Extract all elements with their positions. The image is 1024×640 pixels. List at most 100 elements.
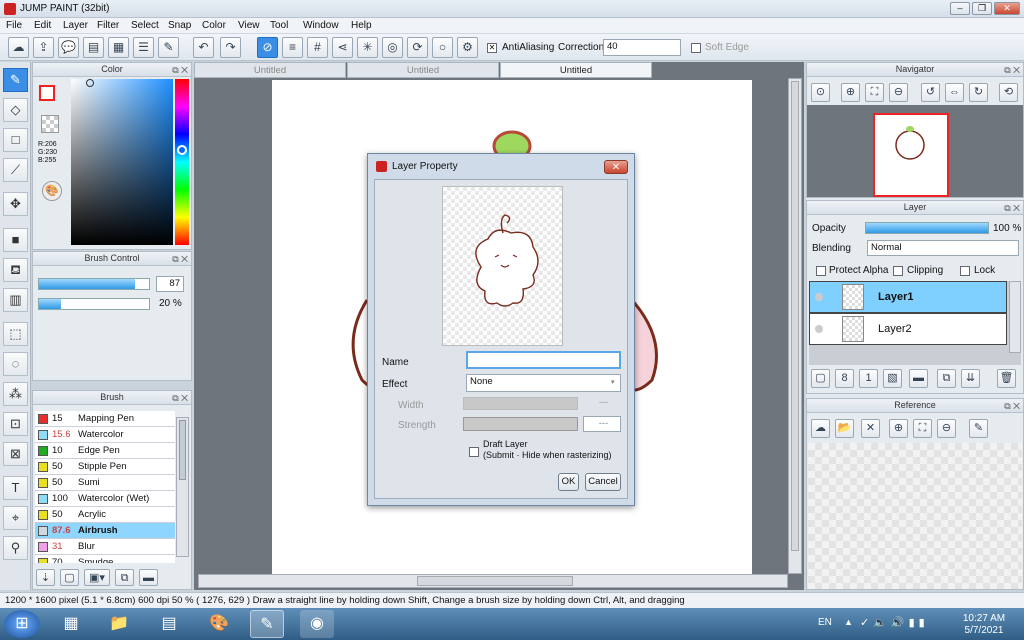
- fit-icon[interactable]: ⛶: [865, 83, 884, 102]
- brush-download-icon[interactable]: ⇣: [36, 569, 55, 586]
- reference-zoom-in-icon[interactable]: ⊕: [889, 419, 908, 438]
- snap-off-icon[interactable]: ⊘: [257, 37, 278, 58]
- new-layer-icon[interactable]: ▢: [811, 369, 830, 388]
- calculator-icon[interactable]: ▤: [152, 610, 186, 638]
- document-icon[interactable]: ▦: [108, 37, 129, 58]
- cloud-icon[interactable]: ☁: [8, 37, 29, 58]
- width-slider[interactable]: [463, 397, 578, 410]
- menu-view[interactable]: View: [238, 20, 260, 31]
- palette-icon[interactable]: 🎨: [42, 181, 62, 201]
- correction-select[interactable]: 40: [603, 39, 681, 56]
- menu-help[interactable]: Help: [351, 20, 372, 31]
- hue-slider[interactable]: [175, 79, 189, 245]
- settings-icon[interactable]: ⚙: [457, 37, 478, 58]
- chrome-icon[interactable]: ◉: [300, 610, 334, 638]
- navigator-preview[interactable]: [807, 105, 1023, 197]
- reference-fit-icon[interactable]: ⛶: [913, 419, 932, 438]
- layer-name-input[interactable]: [466, 351, 621, 369]
- taskbar-app-icon[interactable]: ▦: [54, 610, 88, 638]
- perspective-icon[interactable]: ⋖: [332, 37, 353, 58]
- brush-opacity-slider[interactable]: [38, 298, 150, 310]
- select-eraser-tool-icon[interactable]: ⊠: [3, 442, 28, 466]
- menu-select[interactable]: Select: [131, 20, 159, 31]
- effect-select[interactable]: None: [466, 374, 621, 392]
- reference-zoom-out-icon[interactable]: ⊖: [937, 419, 956, 438]
- menu-file[interactable]: File: [6, 20, 22, 31]
- tab-untitled-3[interactable]: Untitled: [500, 62, 652, 78]
- strength-slider[interactable]: [463, 417, 578, 431]
- new-1bit-layer-icon[interactable]: 1: [859, 369, 878, 388]
- comment-icon[interactable]: 💬: [58, 37, 79, 58]
- layer-opacity-slider[interactable]: [865, 222, 989, 234]
- clipping-checkbox[interactable]: [893, 266, 903, 276]
- brush-list-item[interactable]: 31 Blur: [35, 539, 175, 555]
- dialog-close-button[interactable]: ✕: [604, 160, 628, 174]
- share-icon[interactable]: ⇪: [33, 37, 54, 58]
- select-pen-tool-icon[interactable]: ⊡: [3, 412, 28, 436]
- language-indicator[interactable]: EN: [818, 617, 832, 628]
- brush-list-item[interactable]: 70 Smudge: [35, 555, 175, 563]
- gradient-tool-icon[interactable]: ▥: [3, 288, 28, 312]
- eyedropper-tool-icon[interactable]: ⚲: [3, 536, 28, 560]
- soft-edge-checkbox[interactable]: [691, 43, 701, 53]
- menu-layer[interactable]: Layer: [63, 20, 88, 31]
- jump-paint-taskbar-icon[interactable]: ✎: [250, 610, 284, 638]
- eraser-tool-icon[interactable]: ◇: [3, 98, 28, 122]
- tab-untitled-1[interactable]: Untitled: [194, 62, 346, 78]
- brush-list-item[interactable]: 15 Mapping Pen: [35, 411, 175, 427]
- new-8bit-layer-icon[interactable]: 8: [835, 369, 854, 388]
- zoom-out-icon[interactable]: ⊖: [889, 83, 908, 102]
- transparent-color-swatch[interactable]: [41, 115, 59, 133]
- flip-icon[interactable]: ⇔: [945, 83, 964, 102]
- menu-tool[interactable]: Tool: [270, 20, 288, 31]
- brush-list-item[interactable]: 50 Sumi: [35, 475, 175, 491]
- menu-color[interactable]: Color: [202, 20, 226, 31]
- brush-list-item[interactable]: 100 Watercolor (Wet): [35, 491, 175, 507]
- hue-slider-handle[interactable]: [177, 145, 187, 155]
- new-halftone-layer-icon[interactable]: ▧: [883, 369, 902, 388]
- protect-alpha-checkbox[interactable]: [816, 266, 826, 276]
- rectangle-tool-icon[interactable]: □: [3, 128, 28, 152]
- duplicate-layer-icon[interactable]: ⧉: [937, 369, 956, 388]
- minimize-button[interactable]: –: [950, 2, 970, 15]
- concentric-icon[interactable]: ◎: [382, 37, 403, 58]
- canvas-horizontal-scrollbar[interactable]: [198, 574, 788, 588]
- brush-size-input[interactable]: 87: [156, 276, 184, 292]
- parallel-lines-icon[interactable]: ≡: [282, 37, 303, 58]
- magic-wand-tool-icon[interactable]: ⁂: [3, 382, 28, 406]
- foreground-color-swatch[interactable]: [39, 85, 55, 101]
- radial-icon[interactable]: ✳: [357, 37, 378, 58]
- brush-list-scrollbar[interactable]: [176, 417, 189, 557]
- move-tool-icon[interactable]: ✥: [3, 192, 28, 216]
- brush-list-item[interactable]: 10 Edge Pen: [35, 443, 175, 459]
- color-picker-handle[interactable]: [86, 79, 94, 87]
- system-tray-icons[interactable]: ✓🔈🔊▮▮: [860, 616, 929, 629]
- cancel-button[interactable]: Cancel: [585, 473, 621, 491]
- list-icon[interactable]: ☰: [133, 37, 154, 58]
- brush-list-item[interactable]: 50 Stipple Pen: [35, 459, 175, 475]
- panel-close-icon[interactable]: ⧉ ✕: [172, 253, 188, 266]
- panel-close-icon[interactable]: ⧉ ✕: [1004, 64, 1020, 77]
- ok-button[interactable]: OK: [558, 473, 579, 491]
- undo-icon[interactable]: ↶: [193, 37, 214, 58]
- menu-snap[interactable]: Snap: [168, 20, 191, 31]
- tab-untitled-2[interactable]: Untitled: [347, 62, 499, 78]
- grid-icon[interactable]: #: [307, 37, 328, 58]
- reset-view-icon[interactable]: ⟲: [999, 83, 1018, 102]
- edit-icon[interactable]: ✎: [158, 37, 179, 58]
- bucket-tool-icon[interactable]: ⛾: [3, 258, 28, 282]
- brush-size-slider[interactable]: [38, 278, 150, 290]
- panel-close-icon[interactable]: ⧉ ✕: [1004, 400, 1020, 413]
- file-explorer-icon[interactable]: 📁: [102, 610, 136, 638]
- menu-edit[interactable]: Edit: [34, 20, 51, 31]
- layer-list-scrollbar[interactable]: [1009, 281, 1021, 353]
- delete-layer-icon[interactable]: 🗑: [997, 369, 1016, 388]
- reference-close-icon[interactable]: ✕: [861, 419, 880, 438]
- brush-tool-icon[interactable]: ✎: [3, 68, 28, 92]
- panel-close-icon[interactable]: ⧉ ✕: [1004, 202, 1020, 215]
- zoom-in-icon[interactable]: ⊕: [841, 83, 860, 102]
- brush-list-item[interactable]: 50 Acrylic: [35, 507, 175, 523]
- panel-close-icon[interactable]: ⧉ ✕: [172, 392, 188, 405]
- tray-expand-icon[interactable]: ▲: [844, 617, 853, 627]
- reference-canvas[interactable]: [808, 443, 1022, 589]
